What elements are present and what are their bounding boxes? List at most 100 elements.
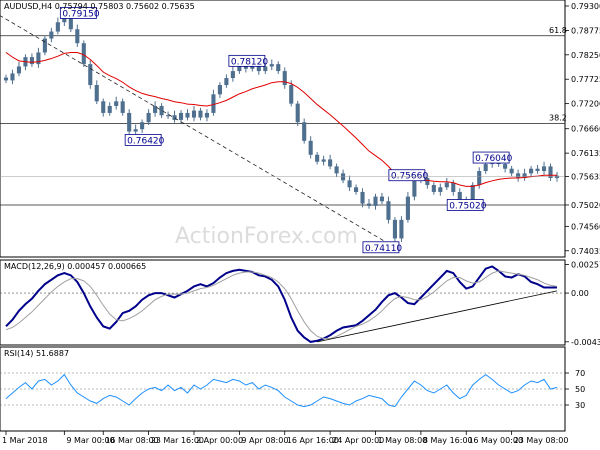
candle-body [315,154,320,162]
candle-body [477,171,482,185]
candle-body [379,196,385,202]
rsi-header: RSI(14) 51.6887 [4,349,69,358]
candle-body [399,219,404,239]
price-annotation: 0.76420 [124,133,165,146]
candle-body [49,31,54,39]
candle-body [516,173,521,179]
price-tick-label: 0.77200 [571,100,600,109]
x-tick-label: 23 May 08:00 [514,436,569,445]
price-header: AUDUSD,H4 0.75794 0.75803 0.75602 0.7563… [4,2,195,11]
candle-body [535,168,540,172]
candle-body [114,101,119,106]
rsi-tick-label: 70 [575,369,585,378]
x-tick-label: 9 Apr 08:00 [241,436,288,445]
annotation-label: 0.78120 [231,57,268,67]
annotation-label: 0.75020 [449,201,486,211]
candle-body [360,191,365,204]
candle-body [392,219,397,239]
candle-body [366,203,372,206]
candle-body [373,196,378,206]
candle-body [431,184,436,192]
candle-body [541,166,547,172]
candle-body [347,180,352,188]
candle-body [321,159,326,162]
macd-panel [0,259,566,346]
candle-body [120,101,125,113]
annotation-label: 0.76420 [127,136,164,146]
candle-body [140,122,145,130]
price-tick-label: 0.78775 [571,26,600,35]
candle-body [94,85,99,102]
candle-body [405,196,410,220]
price-annotation: 0.75660 [388,169,428,182]
price-tick-label: 0.79300 [571,2,600,11]
fib-label: 61.8 [549,26,567,35]
candle-body [185,112,190,118]
x-tick-label: 2 Apr 00:00 [196,436,243,445]
candle-body [451,182,456,192]
candle-body [353,187,359,192]
candle-body [269,64,274,67]
candle-body [178,112,184,120]
price-panel [0,0,566,258]
candle-body [295,103,300,123]
candle-body [217,85,222,95]
candle-body [29,57,34,65]
candle-body [302,122,307,141]
candle-body [282,71,287,86]
candle-body [386,201,391,220]
price-annotation: 0.74110 [362,241,402,254]
candle-body [438,187,443,192]
price-annotation: 0.76040 [472,151,513,164]
candle-body [483,164,488,172]
candle-body [127,112,132,132]
candle-body [198,110,203,118]
candle-body [230,71,235,79]
candle-body [308,140,313,155]
candle-body [334,166,339,174]
candle-body [412,180,417,197]
candle-body [503,164,508,169]
price-annotation: 0.78120 [228,54,268,67]
price-tick-label: 0.74035 [571,247,600,256]
rsi-tick-label: 50 [575,385,585,394]
macd-header: MACD(12,26,9) 0.000457 0.000665 [4,262,146,271]
annotation-label: 0.76040 [475,154,512,164]
candle-body [444,182,449,188]
price-annotation: 0.75020 [446,199,487,211]
candle-body [509,168,514,174]
candle-body [289,85,294,104]
candle-body [146,112,151,123]
macd-tick-label: -0.004392 [571,338,600,347]
x-tick-label: 1 Mar 2018 [2,436,48,445]
annotation-label: 0.75660 [391,172,428,182]
price-tick-label: 0.74560 [571,222,600,231]
forex-chart: ActionForex.com 61.838.20.791500.781200.… [0,0,600,445]
candle-body [81,43,86,65]
candle-body [88,64,93,86]
watermark: ActionForex.com [175,224,358,249]
price-tick-label: 0.76660 [571,125,600,134]
price-tick-label: 0.78250 [571,51,600,60]
price-tick-label: 0.75020 [571,201,600,210]
x-tick-label: 8 May 16:00 [423,436,473,445]
candle-body [75,29,80,44]
price-tick-label: 0.75635 [571,172,600,181]
candle-body [204,112,210,118]
candle-body [554,175,560,179]
candle-body [153,105,158,113]
annotation-label: 0.74110 [365,244,402,254]
x-tick-label: 16 Apr 16:00 [287,436,339,445]
candle-body [224,78,229,86]
candle-body [3,77,9,81]
candle-body [107,105,112,113]
x-tick-label: 24 Apr 00:00 [332,436,384,445]
candle-body [10,73,15,81]
macd-tick-label: 0.00 [571,289,589,298]
macd-tick-label: 0.00257 [571,261,600,270]
candle-body [55,22,60,32]
candle-body [159,105,164,116]
x-tick-label: 1 May 08:00 [377,436,427,445]
candle-body [341,173,346,181]
candle-body [16,66,22,74]
